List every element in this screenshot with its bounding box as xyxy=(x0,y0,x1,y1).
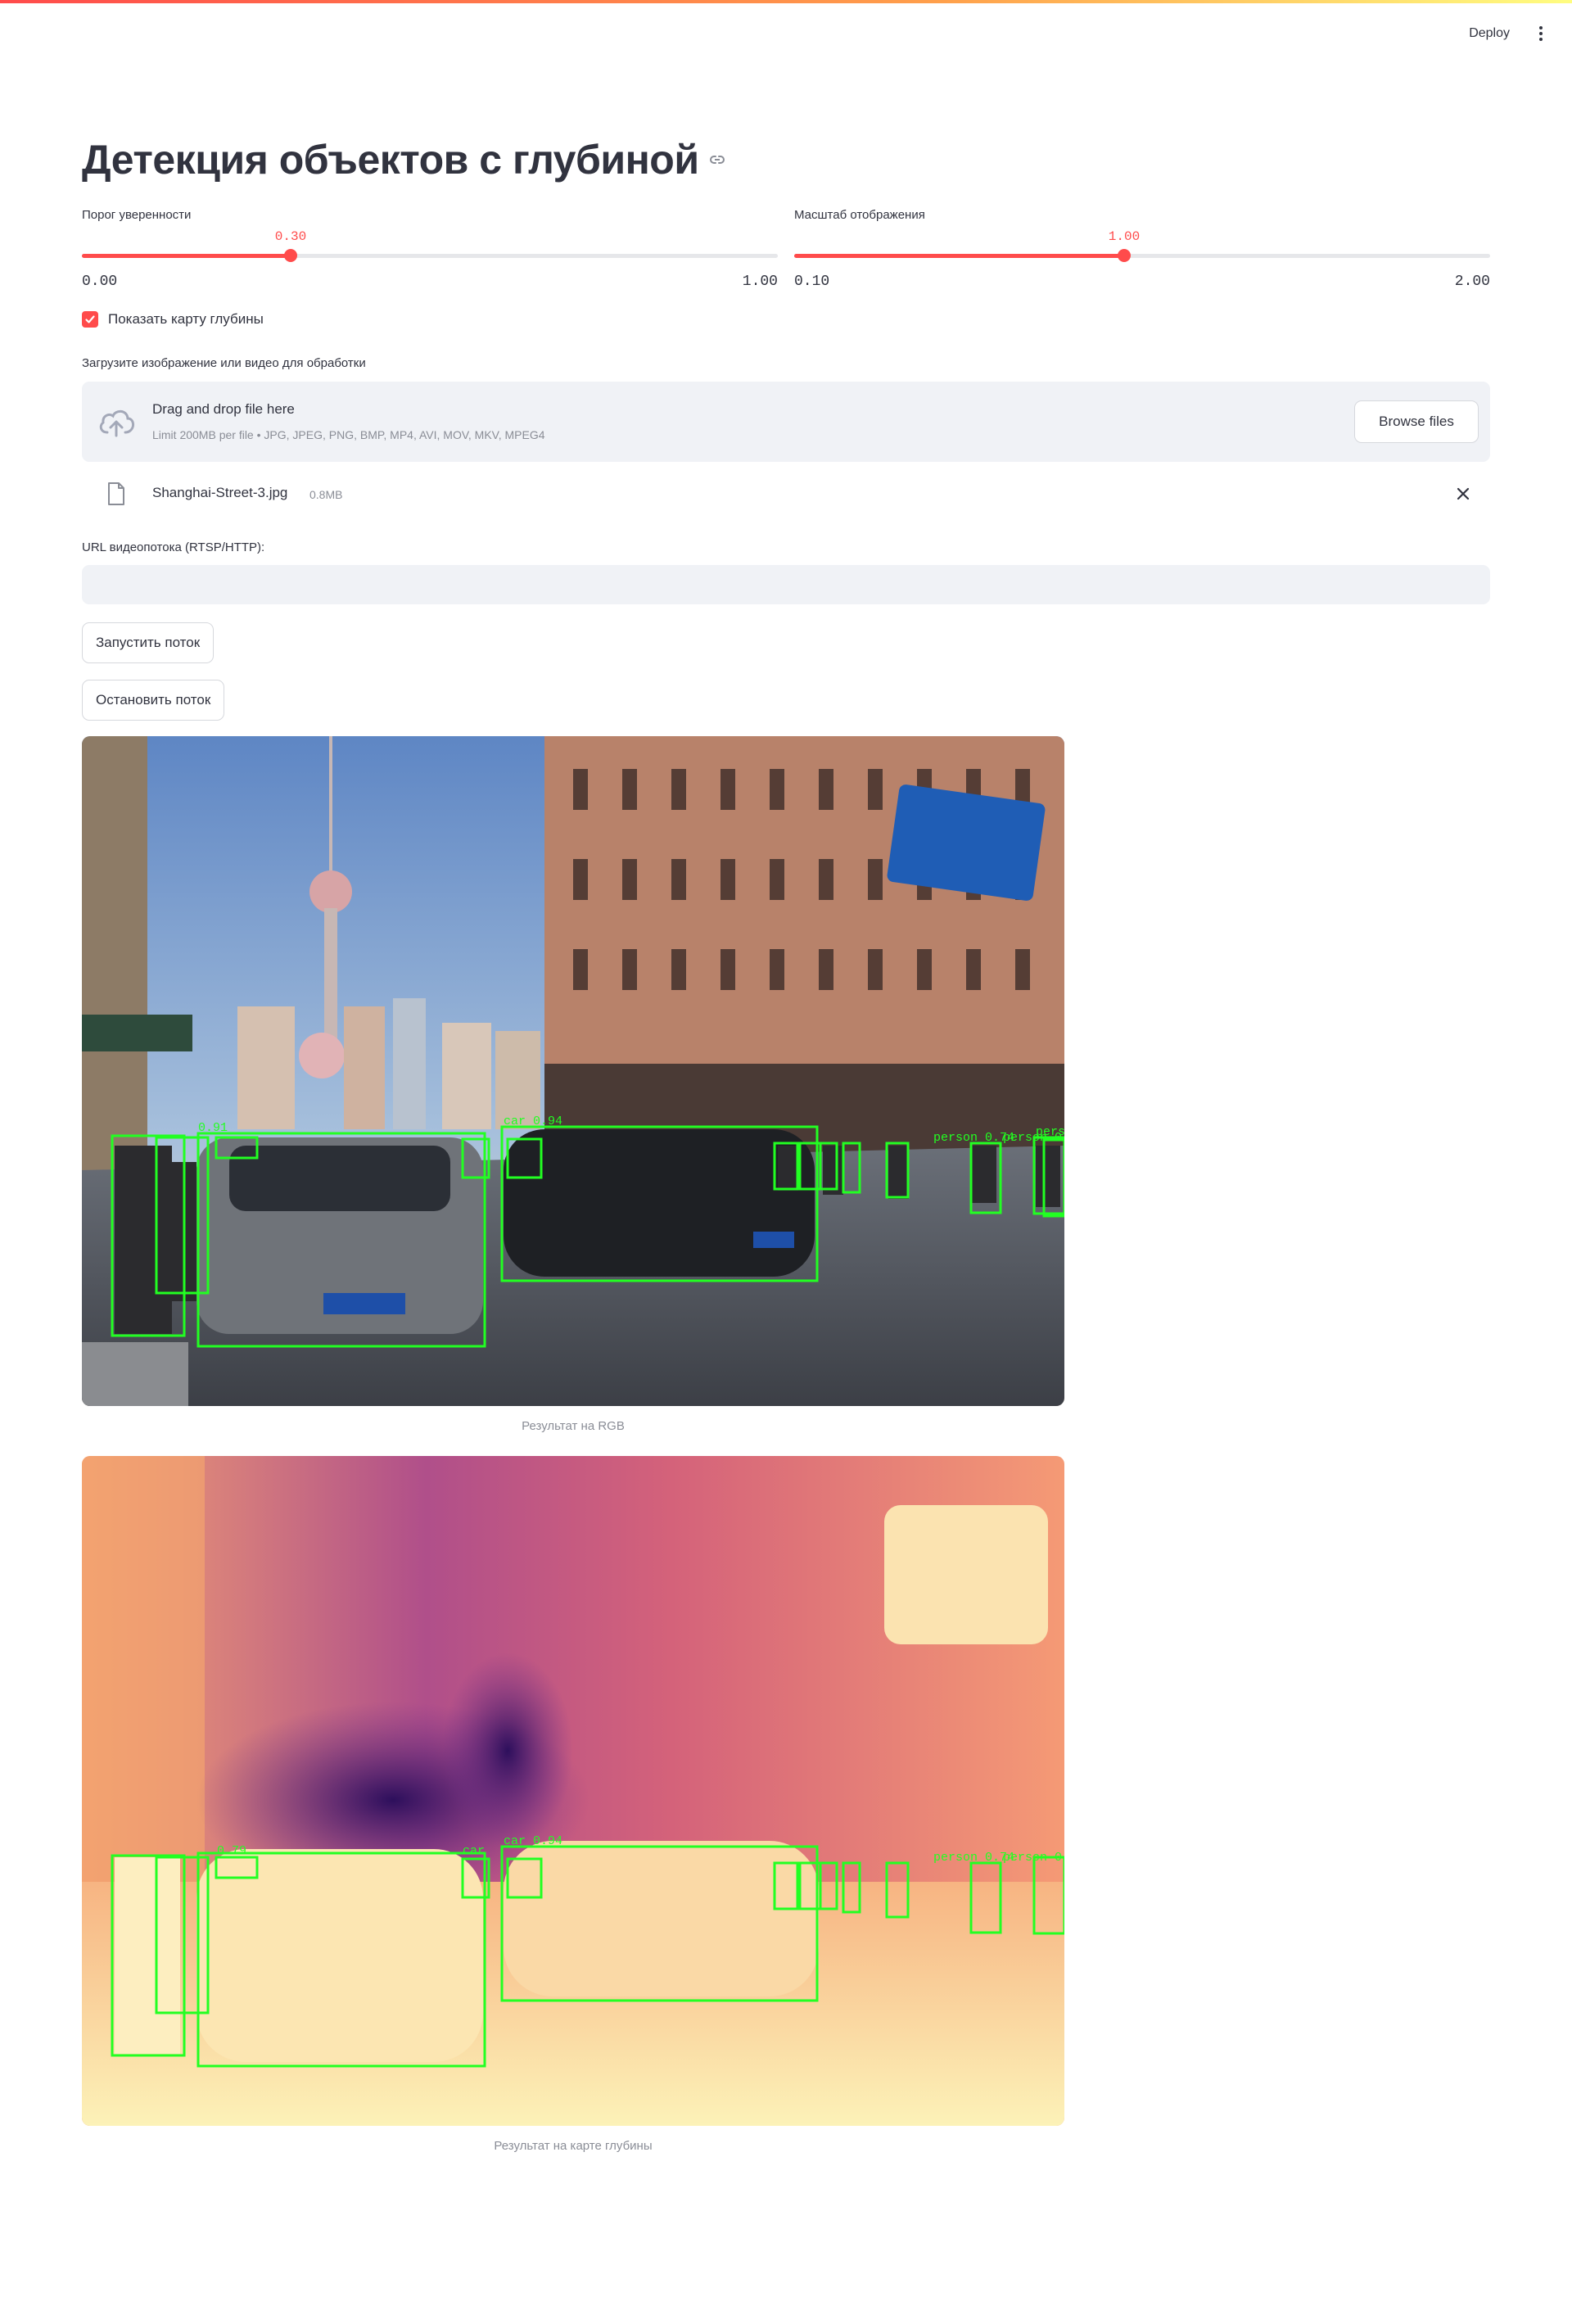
stream-url-label: URL видеопотока (RTSP/HTTP): xyxy=(82,540,265,554)
detection-label: car 0.94 xyxy=(504,1115,562,1128)
scale-slider-max: 2.00 xyxy=(1454,274,1490,290)
title-row: Детекция объектов с глубиной xyxy=(82,136,727,183)
confidence-slider: Порог уверенности 0.30 0.00 1.00 xyxy=(82,208,778,290)
cloud-upload-icon xyxy=(99,409,135,437)
confidence-slider-label: Порог уверенности xyxy=(82,208,192,222)
vertical-dots-icon[interactable] xyxy=(1533,21,1549,46)
dropzone-subtitle: Limit 200MB per file • JPG, JPEG, PNG, B… xyxy=(152,428,545,441)
depth-map-toggle[interactable]: Показать карту глубины xyxy=(82,311,264,328)
scale-slider-thumb[interactable] xyxy=(1118,249,1131,262)
scale-slider-value: 1.00 xyxy=(1108,229,1141,244)
scale-slider-min: 0.10 xyxy=(794,274,830,290)
scale-slider-track[interactable] xyxy=(794,249,1490,262)
check-icon xyxy=(85,315,95,323)
depth-result-caption: Результат на карте глубины xyxy=(494,2139,653,2153)
depth-map-image: 0.79 car car 0.94 person 0.74 person 0.8… xyxy=(82,1456,1064,2126)
confidence-slider-track[interactable] xyxy=(82,249,778,262)
uploaded-file-name: Shanghai-Street-3.jpg xyxy=(152,485,288,500)
top-decoration-bar xyxy=(0,0,1572,3)
rgb-result-caption: Результат на RGB xyxy=(522,1419,625,1433)
file-icon xyxy=(108,482,124,505)
dropzone-title: Drag and drop file here xyxy=(152,401,295,417)
start-stream-button[interactable]: Запустить поток xyxy=(82,622,215,663)
stream-url-input[interactable] xyxy=(82,565,1490,604)
confidence-slider-fill xyxy=(82,254,291,258)
confidence-slider-value: 0.30 xyxy=(274,229,307,244)
app-header: Deploy xyxy=(1469,21,1549,46)
scale-slider-label: Масштаб отображения xyxy=(794,208,925,222)
file-dropzone[interactable]: Drag and drop file here Limit 200MB per … xyxy=(82,382,1490,462)
scale-slider-fill xyxy=(794,254,1124,258)
deploy-button[interactable]: Deploy xyxy=(1469,26,1510,41)
rgb-result-image: 0.91 car 0.94 person 0.74 person 0.83 pe… xyxy=(82,736,1064,1406)
page-title: Детекция объектов с глубиной xyxy=(82,137,699,183)
street-scene-image: 0.91 car 0.94 person 0.74 person 0.83 pe… xyxy=(82,736,1064,1406)
uploader-label: Загрузите изображение или видео для обра… xyxy=(82,356,366,370)
detection-label: pers xyxy=(1036,1125,1064,1139)
stop-stream-button[interactable]: Остановить поток xyxy=(82,680,225,721)
detection-label: 0.79 xyxy=(217,1844,246,1858)
confidence-slider-min: 0.00 xyxy=(82,274,118,290)
depth-map-checkbox[interactable] xyxy=(82,311,98,328)
link-icon[interactable] xyxy=(707,150,727,170)
browse-files-button[interactable]: Browse files xyxy=(1354,400,1479,443)
depth-result-image: 0.79 car car 0.94 person 0.74 person 0.8… xyxy=(82,1456,1064,2126)
confidence-slider-thumb[interactable] xyxy=(284,249,297,262)
scale-slider: Масштаб отображения 1.00 0.10 2.00 xyxy=(794,208,1490,290)
detection-label: 0.91 xyxy=(198,1121,228,1135)
uploaded-file-row: Shanghai-Street-3.jpg 0.8MB xyxy=(82,475,1490,513)
detection-label: car xyxy=(463,1844,485,1858)
detection-label: person 0.83 xyxy=(1003,1851,1064,1865)
depth-map-checkbox-label: Показать карту глубины xyxy=(108,311,264,327)
close-icon[interactable] xyxy=(1454,485,1472,503)
uploaded-file-size: 0.8MB xyxy=(309,488,343,501)
detection-label: car 0.94 xyxy=(504,1834,562,1848)
confidence-slider-max: 1.00 xyxy=(742,274,778,290)
